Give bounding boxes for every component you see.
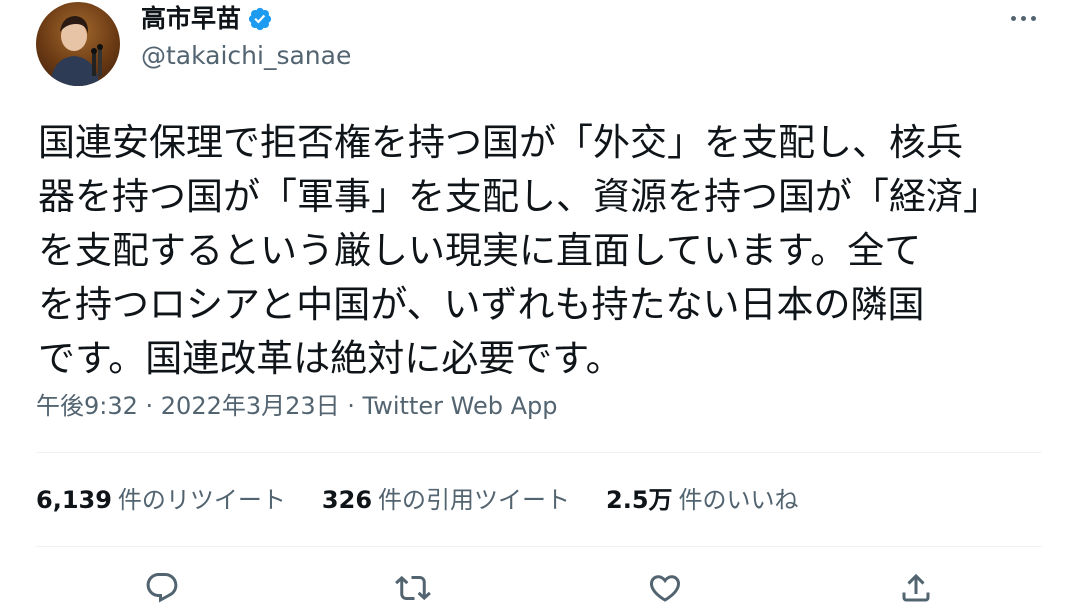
likes-label: 件のいいね (678, 486, 799, 514)
tweet-line: を支配するという厳しい現実に直面しています。全て (38, 229, 922, 272)
avatar[interactable] (36, 2, 120, 86)
like-button[interactable] (645, 568, 685, 608)
retweets-label: 件のリツイート (117, 486, 286, 514)
tweet-line: 国連安保理で拒否権を持つ国が「外交」を支配し、核兵 (38, 121, 963, 164)
retweet-button[interactable] (393, 568, 433, 608)
share-icon (902, 573, 930, 602)
verified-badge-icon (247, 6, 273, 32)
retweets-count: 6,139 (36, 486, 112, 514)
quotes-label: 件の引用ツイート (378, 486, 571, 514)
reply-button[interactable] (142, 568, 182, 608)
divider (36, 546, 1042, 547)
action-bar (36, 566, 1042, 610)
reply-icon (146, 573, 178, 603)
like-icon (649, 575, 680, 602)
tweet-line: を持つロシアと中国が、いずれも持たない日本の隣国 (38, 283, 925, 326)
display-name[interactable]: 高市早苗 (141, 2, 241, 36)
likes-stat[interactable]: 2.5万 件のいいね (606, 482, 799, 518)
tweet-stats: 6,139 件のリツイート 326 件の引用ツイート 2.5万 件のいいね (36, 482, 799, 518)
retweets-stat[interactable]: 6,139 件のリツイート (36, 482, 286, 518)
tweet-line: です。国連改革は絶対に必要です。 (38, 337, 623, 380)
tweet-text: 国連安保理で拒否権を持つ国が「外交」を支配し、核兵 器を持つ国が「軍事」を支配し… (38, 116, 1038, 386)
display-name-row[interactable]: 高市早苗 (141, 2, 273, 36)
retweet-icon (395, 575, 432, 601)
handle[interactable]: @takaichi_sanae (141, 40, 351, 72)
likes-count: 2.5万 (606, 486, 673, 514)
quotes-stat[interactable]: 326 件の引用ツイート (322, 482, 570, 518)
tweet-line: 器を持つ国が「軍事」を支配し、資源を持つ国が「経済」 (38, 175, 1000, 218)
more-options-icon[interactable] (1006, 8, 1040, 28)
divider (36, 452, 1042, 453)
tweet-timestamp[interactable]: 午後9:32 · 2022年3月23日 · Twitter Web App (36, 388, 557, 424)
share-button[interactable] (896, 568, 936, 608)
quotes-count: 326 (321, 486, 373, 514)
